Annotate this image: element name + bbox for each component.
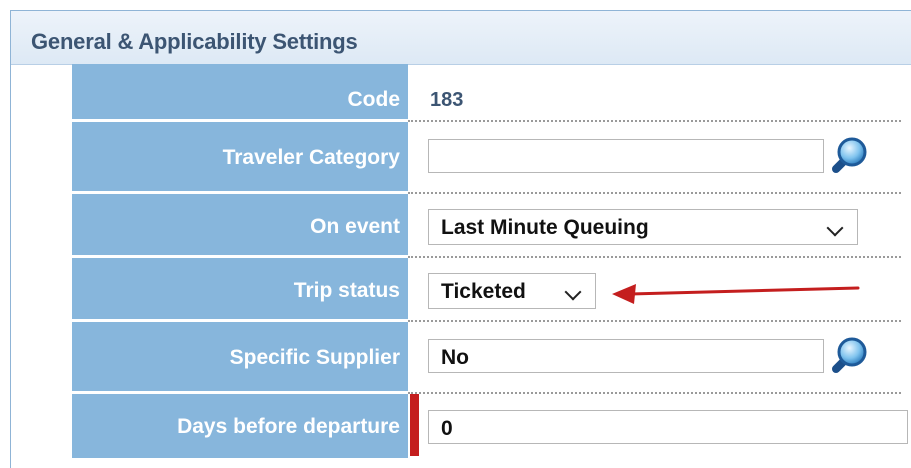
magnifier-icon[interactable] — [826, 135, 870, 179]
days-before-departure-label: Days before departure — [177, 415, 400, 438]
code-value: 183 — [430, 89, 464, 111]
code-value-cell: 183 — [408, 64, 901, 122]
on-event-select[interactable]: Last Minute Queuing — [428, 209, 858, 245]
traveler-category-label: Traveler Category — [222, 146, 400, 169]
trip-status-selected-value: Ticketed — [441, 280, 526, 303]
row-specific-supplier: Specific Supplier No — [72, 322, 901, 394]
trip-status-label-cell: Trip status — [72, 258, 408, 322]
required-field-marker — [410, 394, 419, 456]
panel-title: General & Applicability Settings — [31, 29, 358, 54]
chevron-down-icon — [564, 283, 582, 301]
specific-supplier-input[interactable]: No — [428, 339, 824, 373]
traveler-category-input[interactable] — [428, 139, 824, 173]
row-days-before-departure: Days before departure 0 — [72, 394, 908, 458]
trip-status-label: Trip status — [293, 279, 400, 302]
specific-supplier-value-cell: No — [408, 322, 901, 394]
row-code: Code 183 — [72, 64, 901, 122]
magnifier-icon[interactable] — [826, 335, 870, 379]
row-traveler-category: Traveler Category — [72, 122, 901, 194]
days-before-departure-value-cell: 0 — [408, 394, 908, 458]
chevron-down-icon — [826, 219, 844, 237]
row-trip-status: Trip status Ticketed — [72, 258, 901, 322]
code-label: Code — [347, 88, 401, 111]
panel-header: General & Applicability Settings — [11, 11, 911, 65]
code-label-cell: Code — [72, 64, 408, 122]
days-before-departure-input[interactable]: 0 — [428, 410, 908, 444]
trip-status-select[interactable]: Ticketed — [428, 273, 596, 309]
traveler-category-value-cell — [408, 122, 901, 194]
on-event-label: On event — [310, 215, 400, 238]
specific-supplier-label: Specific Supplier — [229, 346, 400, 369]
traveler-category-label-cell: Traveler Category — [72, 122, 408, 194]
row-on-event: On event Last Minute Queuing — [72, 194, 901, 258]
trip-status-value-cell: Ticketed — [408, 258, 901, 322]
on-event-selected-value: Last Minute Queuing — [441, 216, 649, 239]
on-event-label-cell: On event — [72, 194, 408, 258]
specific-supplier-label-cell: Specific Supplier — [72, 322, 408, 394]
on-event-value-cell: Last Minute Queuing — [408, 194, 901, 258]
days-before-departure-label-cell: Days before departure — [72, 394, 408, 458]
